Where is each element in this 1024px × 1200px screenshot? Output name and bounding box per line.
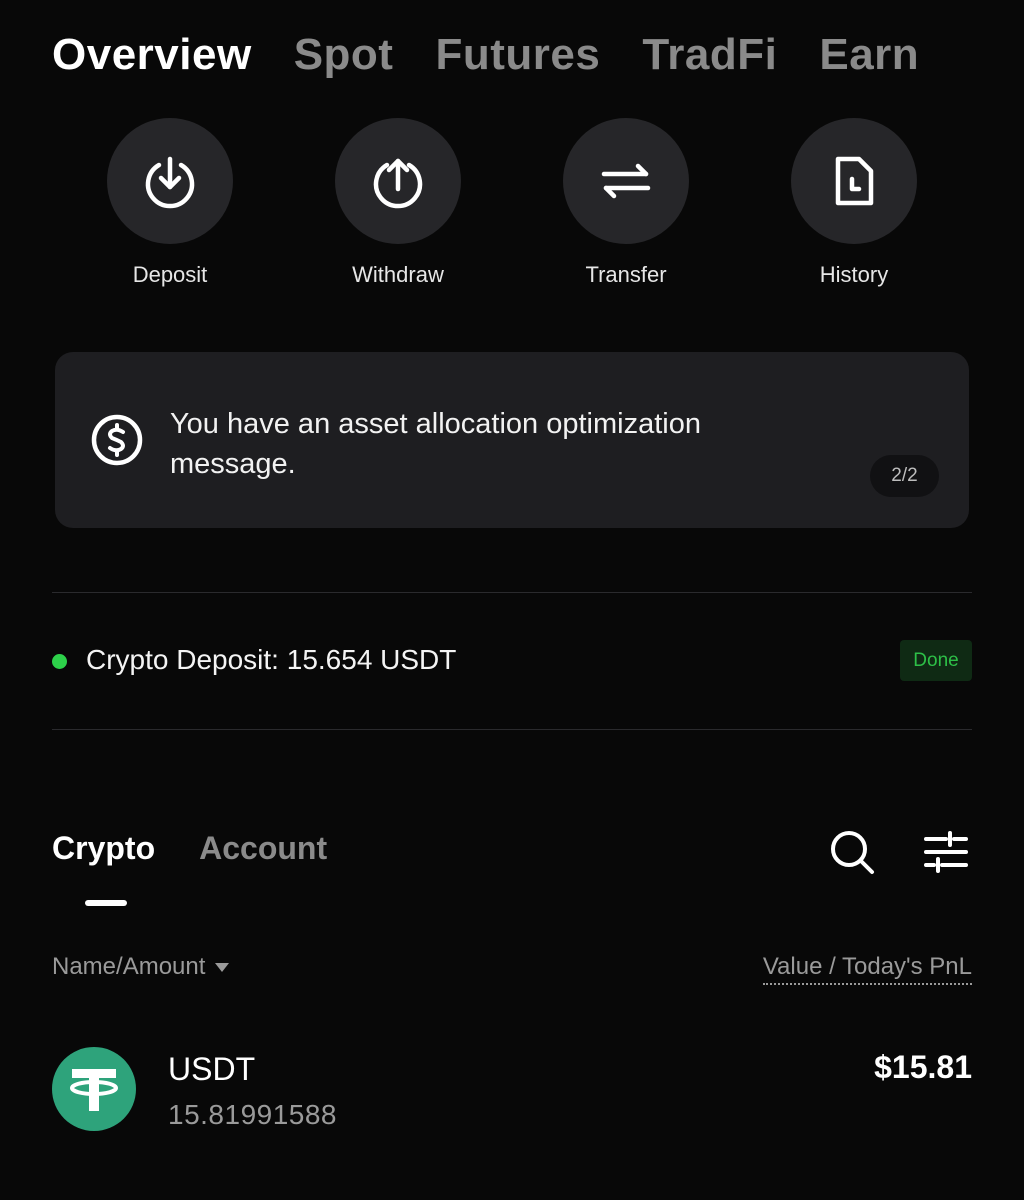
filter-sliders-icon[interactable]	[922, 830, 970, 874]
transfer-button[interactable]: Transfer	[512, 118, 740, 288]
divider	[52, 592, 972, 593]
tab-account[interactable]: Account	[199, 830, 327, 867]
asset-name: USDT	[168, 1051, 256, 1087]
tab-overview[interactable]: Overview	[52, 30, 252, 80]
deposit-icon	[107, 118, 233, 244]
withdraw-button[interactable]: Withdraw	[284, 118, 512, 288]
sort-name-amount[interactable]: Name/Amount	[52, 953, 230, 981]
status-dot	[52, 654, 67, 669]
caret-down-icon	[215, 962, 230, 972]
deposit-button[interactable]: Deposit	[56, 118, 284, 288]
history-label: History	[819, 262, 889, 287]
deposit-status-text: Crypto Deposit: 15.654 USDT	[86, 644, 457, 675]
status-badge: Done	[900, 640, 972, 681]
tab-spot[interactable]: Spot	[294, 30, 394, 80]
dollar-icon	[91, 414, 143, 466]
active-tab-indicator	[85, 900, 127, 906]
search-icon[interactable]	[828, 828, 876, 876]
history-icon	[791, 118, 917, 244]
tether-logo-icon	[52, 1047, 136, 1131]
divider	[52, 729, 972, 730]
deposit-status-row[interactable]: Crypto Deposit: 15.654 USDT Done	[52, 640, 972, 684]
asset-value: $15.81	[874, 1049, 972, 1085]
deposit-label: Deposit	[132, 262, 208, 287]
tab-crypto[interactable]: Crypto	[52, 830, 155, 867]
asset-tab-bar: Crypto Account	[52, 830, 371, 867]
tab-futures[interactable]: Futures	[435, 30, 600, 80]
banner-pager: 2/2	[870, 455, 939, 497]
column-value-pnl[interactable]: Value / Today's PnL	[762, 953, 972, 985]
asset-row-usdt[interactable]: USDT 15.81991588 $15.81	[52, 1045, 972, 1135]
transfer-icon	[563, 118, 689, 244]
asset-amount: 15.81991588	[168, 1099, 338, 1130]
assets-overview-screen: Overview Spot Futures TradFi Earn Deposi…	[0, 0, 1024, 1200]
column-name-amount: Name/Amount	[52, 953, 206, 980]
withdraw-label: Withdraw	[352, 262, 444, 287]
quick-actions: Deposit Withdraw Transfer History	[0, 118, 1024, 298]
withdraw-icon	[335, 118, 461, 244]
top-tab-bar: Overview Spot Futures TradFi Earn	[52, 30, 961, 80]
allocation-message-banner[interactable]: You have an asset allocation optimizatio…	[55, 352, 969, 528]
transfer-label: Transfer	[585, 262, 667, 287]
banner-message: You have an asset allocation optimizatio…	[170, 408, 701, 480]
tab-tradfi[interactable]: TradFi	[642, 30, 777, 80]
history-button[interactable]: History	[740, 118, 968, 288]
tab-earn[interactable]: Earn	[819, 30, 919, 80]
